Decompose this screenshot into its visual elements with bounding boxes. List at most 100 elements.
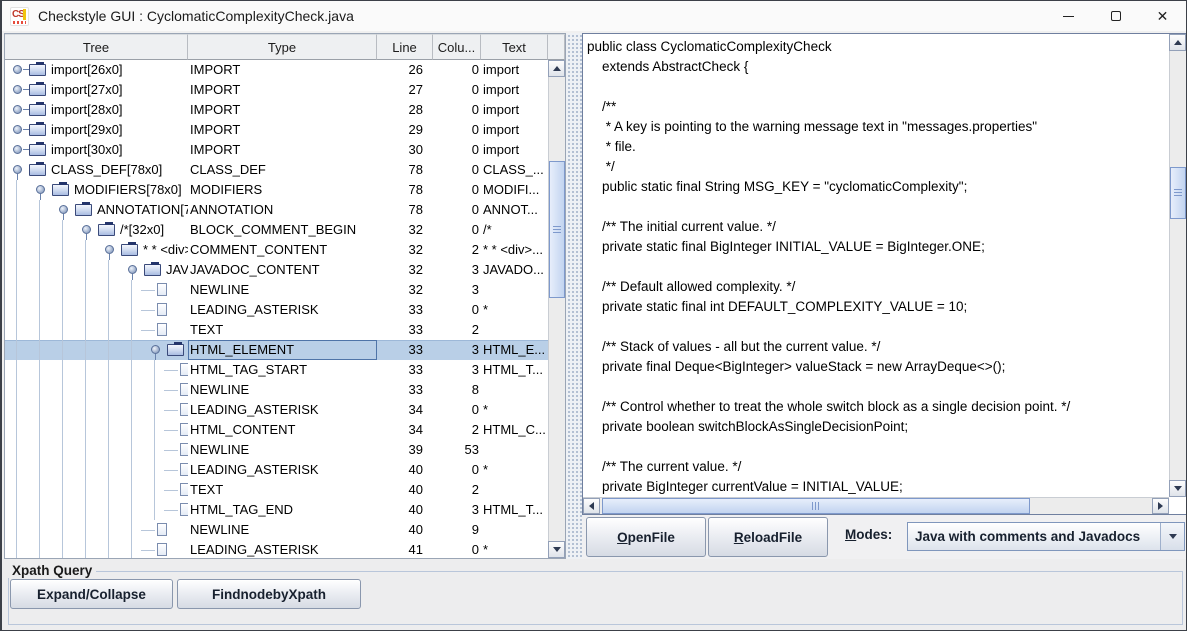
open-file-button[interactable]: Open File	[586, 517, 706, 557]
tree-table-row[interactable]: NEWLINE323	[5, 280, 548, 300]
column-cell: 3	[433, 360, 481, 380]
collapse-handle-icon[interactable]	[59, 205, 68, 214]
tree-guide-line	[108, 260, 109, 280]
tree-guide-line	[62, 320, 63, 340]
modes-combobox[interactable]: Java with comments and Javadocs	[907, 522, 1185, 551]
tree-table-row[interactable]: import[28x0]IMPORT280import	[5, 100, 548, 120]
tree-guide-line	[108, 380, 109, 400]
tree-table-row[interactable]: LEADING_ASTERISK410*	[5, 540, 548, 558]
code-vertical-scrollbar[interactable]	[1169, 34, 1186, 497]
reload-file-button[interactable]: Reload File	[708, 517, 828, 557]
line-cell: 33	[377, 380, 433, 400]
code-line: /** The current value. */	[587, 457, 1169, 477]
tree-node-cell	[5, 480, 188, 500]
code-line: private boolean switchBlockAsSingleDecis…	[587, 417, 1169, 437]
line-cell: 34	[377, 400, 433, 420]
folder-icon	[167, 344, 184, 356]
expand-handle-icon[interactable]	[13, 105, 22, 114]
tree-guide-line	[16, 500, 17, 520]
scroll-thumb[interactable]	[1170, 167, 1186, 219]
tree-table-row[interactable]: MODIFIERS[78x0]MODIFIERS780MODIFI...	[5, 180, 548, 200]
column-header-line[interactable]: Line	[377, 34, 433, 60]
tree-node-cell: import[27x0]	[5, 80, 188, 100]
tree-table-row[interactable]: HTML_CONTENT342HTML_C...	[5, 420, 548, 440]
tree-guide-line	[85, 360, 86, 380]
folder-icon	[29, 104, 46, 116]
tree-table-row[interactable]: import[26x0]IMPORT260import	[5, 60, 548, 80]
tree-table-row[interactable]: TEXT332	[5, 320, 548, 340]
expand-collapse-button[interactable]: Expand/Collapse	[10, 579, 173, 609]
maximize-button[interactable]	[1092, 1, 1139, 31]
type-cell: IMPORT	[188, 120, 377, 140]
column-header-text[interactable]: Text	[481, 34, 548, 60]
tree-table-row[interactable]: CLASS_DEF[78x0]CLASS_DEF780CLASS_...	[5, 160, 548, 180]
tree-guide-line	[62, 540, 63, 558]
tree-table-row[interactable]: LEADING_ASTERISK330*	[5, 300, 548, 320]
tree-guide-line	[62, 520, 63, 540]
collapse-handle-icon[interactable]	[36, 185, 45, 194]
scroll-up-button[interactable]	[1169, 34, 1186, 51]
tree-guide-line	[85, 300, 86, 320]
code-line	[587, 77, 1169, 97]
close-button[interactable]: ✕	[1139, 1, 1186, 31]
split-pane-divider[interactable]	[566, 33, 582, 559]
column-header-tree[interactable]: Tree	[5, 34, 188, 60]
expand-handle-icon[interactable]	[13, 145, 22, 154]
tree-table-row[interactable]: TEXT402	[5, 480, 548, 500]
ast-tree-table: TreeTypeLineColu...Text import[26x0]IMPO…	[4, 33, 566, 559]
column-header-colu[interactable]: Colu...	[433, 34, 481, 60]
tree-table-row[interactable]: HTML_TAG_END403HTML_T...	[5, 500, 548, 520]
tree-table-row[interactable]: import[30x0]IMPORT300import	[5, 140, 548, 160]
tree-table-row[interactable]: * * <div>...COMMENT_CONTENT322* * <div>.…	[5, 240, 548, 260]
scroll-right-button[interactable]	[1152, 498, 1169, 514]
tree-table-row[interactable]: LEADING_ASTERISK340*	[5, 400, 548, 420]
column-header-type[interactable]: Type	[188, 34, 377, 60]
tree-node-label: * * <div>...	[143, 240, 188, 260]
collapse-handle-icon[interactable]	[128, 265, 137, 274]
tree-table-header: TreeTypeLineColu...Text	[5, 34, 565, 60]
tree-table-row[interactable]: HTML_ELEMENT333HTML_E...	[5, 340, 548, 360]
scroll-track[interactable]	[1169, 51, 1186, 480]
tree-table-row[interactable]: /*[32x0]BLOCK_COMMENT_BEGIN320/*	[5, 220, 548, 240]
tree-table-row[interactable]: NEWLINE409	[5, 520, 548, 540]
line-cell: 28	[377, 100, 433, 120]
scroll-down-button[interactable]	[1169, 480, 1186, 497]
tree-table-row[interactable]: LEADING_ASTERISK400*	[5, 460, 548, 480]
tree-guide-line	[16, 280, 17, 300]
scroll-track[interactable]	[548, 77, 565, 541]
tree-guide-line	[39, 380, 40, 400]
tree-node-label: import[28x0]	[51, 100, 123, 120]
find-node-by-xpath-button[interactable]: Find node by Xpath	[177, 579, 361, 609]
tree-table-row[interactable]: ANNOTATION[78x0]ANNOTATION780ANNOT...	[5, 200, 548, 220]
expand-handle-icon[interactable]	[13, 85, 22, 94]
source-code-text[interactable]: public class CyclomaticComplexityCheck e…	[583, 34, 1169, 497]
tree-table-row[interactable]: NEWLINE338	[5, 380, 548, 400]
collapse-handle-icon[interactable]	[13, 165, 22, 174]
expand-handle-icon[interactable]	[13, 125, 22, 134]
scroll-thumb[interactable]	[602, 498, 1030, 514]
scroll-down-button[interactable]	[548, 541, 565, 558]
tree-table-row[interactable]: HTML_TAG_START333HTML_T...	[5, 360, 548, 380]
collapse-handle-icon[interactable]	[105, 245, 114, 254]
tree-guide-line	[108, 460, 109, 480]
tree-guide-line	[16, 340, 17, 360]
tree-node-cell	[5, 340, 188, 360]
scroll-left-button[interactable]	[583, 498, 600, 514]
line-cell: 40	[377, 500, 433, 520]
collapse-handle-icon[interactable]	[82, 225, 91, 234]
tree-table-row[interactable]: import[27x0]IMPORT270import	[5, 80, 548, 100]
scroll-thumb[interactable]	[549, 161, 565, 298]
scroll-up-button[interactable]	[548, 60, 565, 77]
expand-handle-icon[interactable]	[13, 65, 22, 74]
tree-guide-line	[108, 500, 109, 520]
minimize-button[interactable]	[1045, 1, 1092, 31]
tree-table-row[interactable]: import[29x0]IMPORT290import	[5, 120, 548, 140]
tree-guide-line	[62, 460, 63, 480]
tree-guide-line	[141, 530, 155, 531]
tree-table-row[interactable]: NEWLINE3953	[5, 440, 548, 460]
tree-table-row[interactable]: JAVADOC_CONTENTJAVADOC_CONTENT323JAVADO.…	[5, 260, 548, 280]
collapse-handle-icon[interactable]	[151, 345, 160, 354]
line-cell: 33	[377, 300, 433, 320]
code-horizontal-scrollbar[interactable]	[583, 497, 1169, 514]
combo-arrow-button[interactable]	[1160, 523, 1184, 550]
